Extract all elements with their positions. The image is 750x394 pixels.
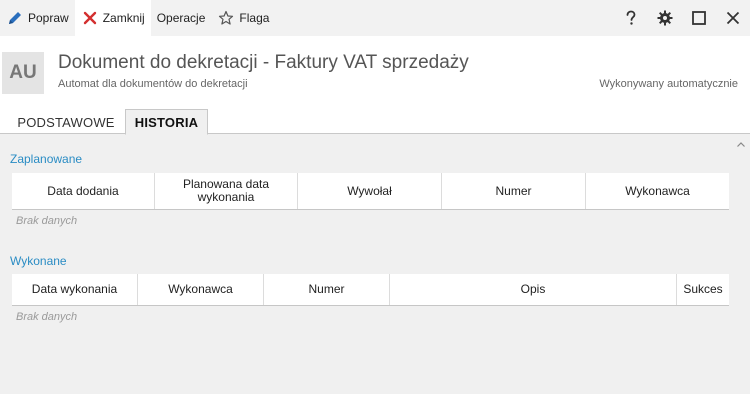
- executed-grid-header: Data wykonania Wykonawca Numer Opis Sukc…: [12, 274, 729, 306]
- tab-historia[interactable]: HISTORIA: [125, 109, 208, 135]
- zamknij-label: Zamknij: [102, 11, 145, 25]
- gear-icon[interactable]: [648, 0, 682, 36]
- tab-bar: PODSTAWOWE HISTORIA: [0, 106, 750, 135]
- empty-state: Brak danych: [16, 215, 78, 227]
- empty-state: Brak danych: [16, 311, 78, 323]
- planned-grid-header: Data dodania Planowana data wykonania Wy…: [12, 173, 729, 210]
- section-title-executed: Wykonane: [10, 254, 67, 268]
- column-header[interactable]: Sukces: [677, 274, 729, 305]
- popraw-label: Popraw: [28, 11, 69, 25]
- toolbar: Popraw Zamknij Operacje Flaga: [0, 0, 750, 36]
- page-title: Dokument do dekretacji - Faktury VAT spr…: [58, 52, 469, 73]
- flaga-label: Flaga: [239, 11, 270, 25]
- column-header[interactable]: Wywołał: [298, 173, 442, 209]
- star-icon: [217, 9, 235, 27]
- column-header[interactable]: Numer: [442, 173, 586, 209]
- maximize-icon[interactable]: [682, 0, 716, 36]
- zamknij-button[interactable]: Zamknij: [74, 0, 151, 36]
- column-header[interactable]: Data wykonania: [12, 274, 138, 305]
- column-header[interactable]: Wykonawca: [138, 274, 264, 305]
- column-header[interactable]: Numer: [264, 274, 390, 305]
- window-controls: [614, 0, 750, 36]
- status-text: Wykonywany automatycznie: [599, 78, 738, 90]
- flaga-button[interactable]: Flaga: [211, 0, 275, 36]
- column-header[interactable]: Wykonawca: [586, 173, 729, 209]
- operacje-button[interactable]: Operacje: [151, 0, 212, 36]
- column-header[interactable]: Planowana data wykonania: [155, 173, 298, 209]
- chevron-up-icon[interactable]: [736, 137, 746, 147]
- operacje-label: Operacje: [156, 11, 206, 25]
- section-title-planned: Zaplanowane: [10, 152, 83, 166]
- column-header[interactable]: Opis: [390, 274, 677, 305]
- help-icon[interactable]: [614, 0, 648, 36]
- page-subtitle: Automat dla dokumentów do dekretacji: [58, 78, 248, 90]
- pencil-icon: [6, 9, 24, 27]
- close-icon[interactable]: [716, 0, 750, 36]
- tab-podstawowe[interactable]: PODSTAWOWE: [6, 109, 126, 135]
- column-header[interactable]: Data dodania: [12, 173, 155, 209]
- close-x-icon: [81, 9, 99, 27]
- popraw-button[interactable]: Popraw: [0, 0, 75, 36]
- document-header: AU Dokument do dekretacji - Faktury VAT …: [0, 36, 750, 106]
- avatar: AU: [2, 52, 44, 94]
